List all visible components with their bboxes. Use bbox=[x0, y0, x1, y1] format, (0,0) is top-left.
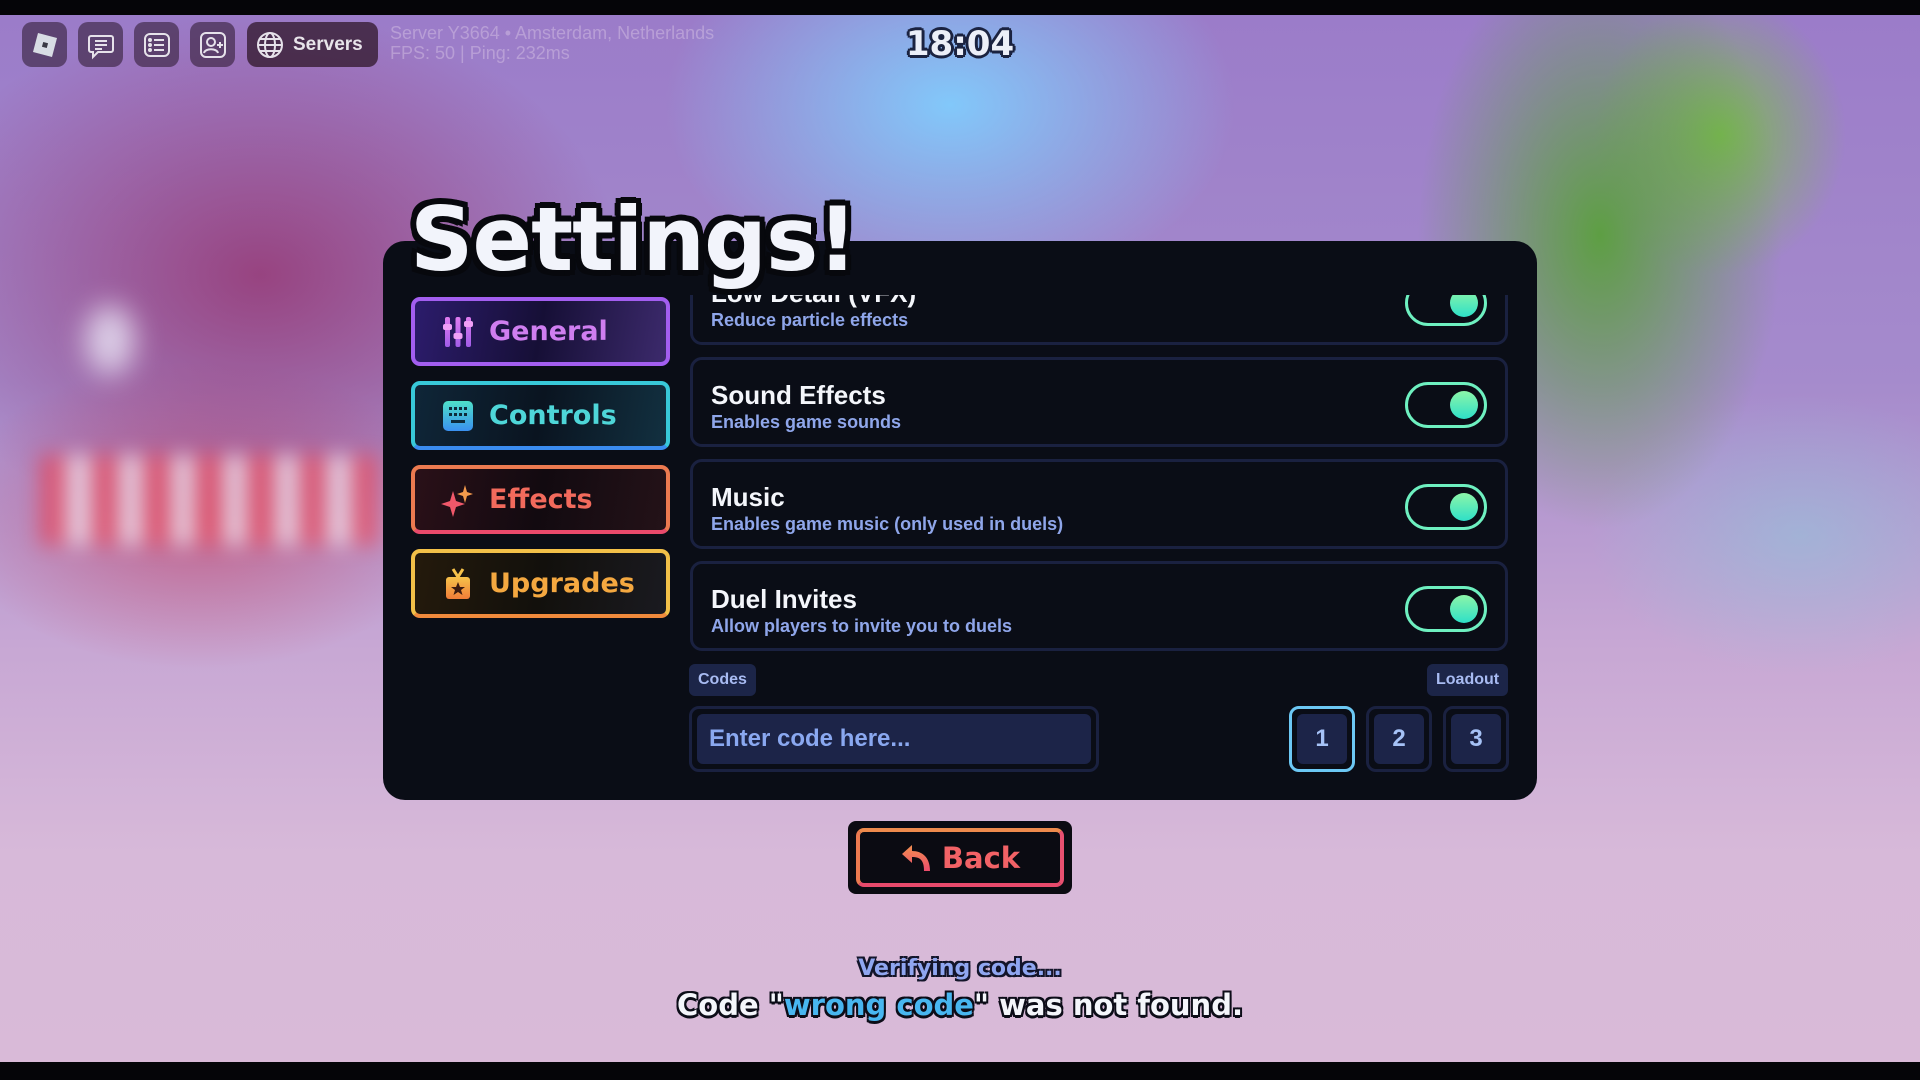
toggle-knob bbox=[1450, 391, 1478, 419]
low-detail-toggle[interactable] bbox=[1405, 295, 1487, 326]
nav-controls-label: Controls bbox=[489, 400, 617, 431]
loadout-slot-label: 3 bbox=[1451, 714, 1501, 764]
loadout-slot-label: 1 bbox=[1297, 714, 1347, 764]
option-description: Reduce particle effects bbox=[711, 310, 909, 330]
background-awning bbox=[40, 455, 380, 545]
code-input[interactable] bbox=[697, 714, 1091, 764]
option-title: Low Detail (VFX) bbox=[711, 295, 916, 309]
option-description: Allow players to invite you to duels bbox=[711, 616, 1013, 636]
back-arrow-icon bbox=[901, 844, 930, 871]
duel-invites-toggle[interactable] bbox=[1405, 586, 1487, 632]
verifying-message: Verifying code... bbox=[858, 956, 1062, 981]
result-code: wrong code bbox=[783, 988, 974, 1022]
servers-button[interactable]: Servers bbox=[247, 22, 378, 67]
toggle-knob bbox=[1450, 595, 1478, 623]
option-title: Duel Invites bbox=[711, 584, 857, 614]
music-toggle[interactable] bbox=[1405, 484, 1487, 530]
letterbox-top bbox=[0, 0, 1920, 15]
option-description: Enables game music (only used in duels) bbox=[711, 514, 1064, 534]
keyboard-icon bbox=[443, 400, 473, 431]
toggle-knob bbox=[1450, 295, 1478, 317]
roblox-logo-icon bbox=[32, 32, 57, 57]
option-row-low-detail: Low Detail (VFX) Reduce particle effects bbox=[690, 295, 1508, 345]
toggle-knob bbox=[1450, 493, 1478, 521]
nav-effects-label: Effects bbox=[489, 484, 593, 515]
code-field-frame bbox=[689, 706, 1099, 772]
nav-general-label: General bbox=[489, 316, 608, 347]
add-friend-button[interactable] bbox=[190, 22, 235, 67]
background-lamp bbox=[85, 305, 135, 375]
loadout-slot-label: 2 bbox=[1374, 714, 1424, 764]
player-list-button[interactable] bbox=[134, 22, 179, 67]
loadout-slot-1-button[interactable]: 1 bbox=[1289, 706, 1355, 772]
list-icon bbox=[143, 32, 170, 57]
gift-box-icon bbox=[446, 567, 470, 599]
server-location: Server Y3664 • Amsterdam, Netherlands bbox=[390, 23, 715, 43]
back-button[interactable]: Back bbox=[848, 821, 1072, 894]
globe-icon bbox=[257, 31, 283, 58]
option-title: Sound Effects bbox=[711, 380, 886, 410]
servers-label: Servers bbox=[293, 33, 363, 55]
back-button-inner: Back bbox=[856, 828, 1064, 887]
letterbox-bottom bbox=[0, 1062, 1920, 1080]
game-clock: 18:04 bbox=[905, 24, 1015, 64]
loadout-label: Loadout bbox=[1427, 664, 1509, 696]
settings-options-list[interactable]: Low Detail (VFX) Reduce particle effects… bbox=[688, 295, 1510, 657]
settings-title: Settings! bbox=[410, 188, 858, 291]
nav-effects-button[interactable]: Effects bbox=[411, 465, 670, 534]
chat-button[interactable] bbox=[78, 22, 123, 67]
nav-upgrades-label: Upgrades bbox=[489, 568, 635, 599]
add-friend-icon bbox=[199, 31, 226, 58]
result-prefix: Code " bbox=[677, 988, 784, 1022]
loadout-slot-2-button[interactable]: 2 bbox=[1366, 706, 1432, 772]
option-description: Enables game sounds bbox=[711, 412, 902, 432]
nav-controls-button[interactable]: Controls bbox=[411, 381, 670, 450]
nav-upgrades-button[interactable]: Upgrades bbox=[411, 549, 670, 618]
server-info: Server Y3664 • Amsterdam, Netherlands FP… bbox=[390, 23, 714, 63]
sliders-icon bbox=[443, 316, 473, 347]
loadout-slot-3-button[interactable]: 3 bbox=[1443, 706, 1509, 772]
roblox-menu-button[interactable] bbox=[22, 22, 67, 67]
option-title: Music bbox=[711, 482, 785, 512]
sparkle-icon bbox=[441, 484, 473, 517]
result-suffix: " was not found. bbox=[973, 988, 1243, 1022]
option-row-duel-invites: Duel Invites Allow players to invite you… bbox=[690, 561, 1508, 651]
back-label: Back bbox=[941, 840, 1021, 875]
server-stats: FPS: 50 | Ping: 232ms bbox=[390, 43, 570, 63]
chat-icon bbox=[87, 34, 114, 59]
codes-label: Codes bbox=[689, 664, 756, 696]
code-result-message: Code "wrong code" was not found. bbox=[0, 988, 1920, 1022]
option-row-sound-effects: Sound Effects Enables game sounds bbox=[690, 357, 1508, 447]
option-row-music: Music Enables game music (only used in d… bbox=[690, 459, 1508, 549]
nav-general-button[interactable]: General bbox=[411, 297, 670, 366]
sound-effects-toggle[interactable] bbox=[1405, 382, 1487, 428]
